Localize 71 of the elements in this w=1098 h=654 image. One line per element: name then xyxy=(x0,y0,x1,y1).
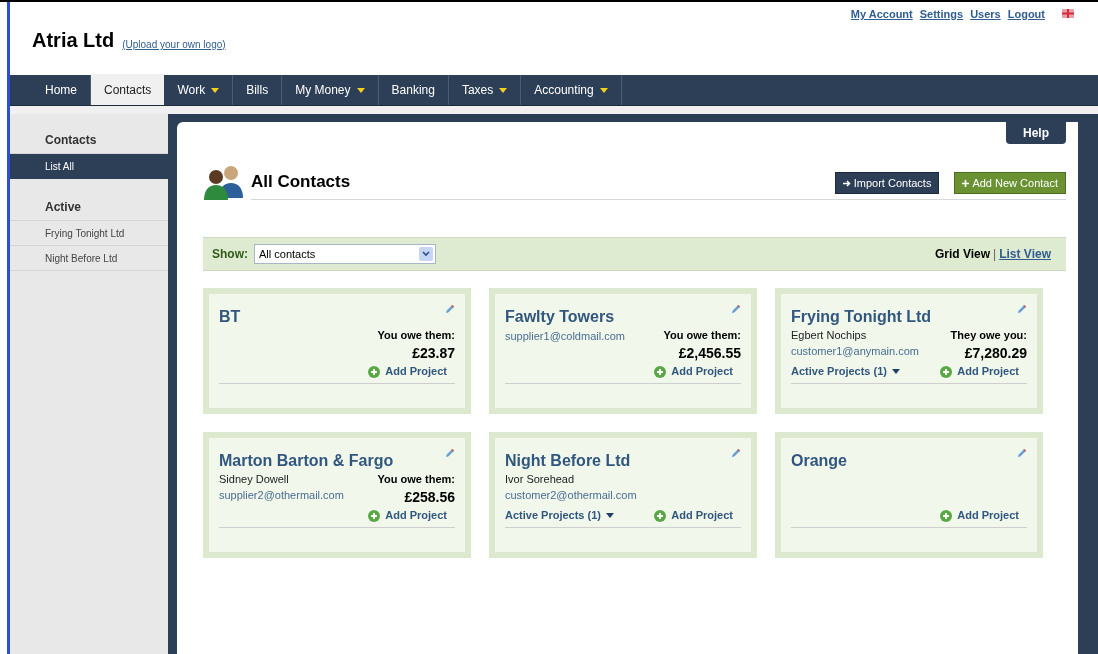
page-title: All Contacts xyxy=(251,170,351,193)
nav-tab[interactable]: Taxes xyxy=(448,75,522,105)
nav-tab[interactable]: Contacts xyxy=(91,74,165,105)
dropdown-icon xyxy=(419,247,433,261)
contact-person: Sidney Dowell xyxy=(219,472,290,487)
contact-name[interactable]: Orange xyxy=(791,451,847,471)
balance-amount: £23.87 xyxy=(412,345,455,361)
nav-tab[interactable]: Work xyxy=(164,75,234,105)
contacts-icon xyxy=(203,164,245,200)
add-project-link[interactable]: Add Project xyxy=(940,363,1019,380)
contacts-filter-select[interactable]: All contacts xyxy=(254,244,436,264)
add-project-link[interactable]: Add Project xyxy=(654,507,733,524)
plus-icon xyxy=(962,179,970,187)
contact-email[interactable]: customer2@othermail.com xyxy=(505,488,637,503)
view-toggle[interactable]: Grid View xyxy=(934,245,991,263)
active-projects-dropdown[interactable]: Active Projects (1) xyxy=(505,507,614,524)
arrow-icon xyxy=(842,179,851,187)
view-toggle[interactable]: List View xyxy=(999,245,1051,263)
sidebar-item[interactable]: List All xyxy=(10,154,168,179)
contact-email[interactable]: customer1@anymain.com xyxy=(791,344,919,359)
caret-icon xyxy=(892,369,900,374)
add-icon xyxy=(654,509,667,522)
flag-icon[interactable] xyxy=(1062,9,1074,18)
nav-tab[interactable]: Accounting xyxy=(521,75,622,105)
contact-email[interactable]: supplier1@coldmail.com xyxy=(505,329,625,344)
balance-label: You owe them: xyxy=(377,328,455,343)
contact-person: Ivor Sorehead xyxy=(505,472,576,487)
contact-name[interactable]: Fawlty Towers xyxy=(505,307,615,327)
upload-logo-link[interactable]: (Upload your own logo) xyxy=(122,37,226,52)
contact-name[interactable]: BT xyxy=(219,307,241,327)
add-icon xyxy=(654,365,667,378)
pencil-icon[interactable] xyxy=(1016,304,1027,315)
help-tab[interactable]: Help xyxy=(1006,122,1066,144)
add-icon xyxy=(940,509,953,522)
add-project-link[interactable]: Add Project xyxy=(368,363,447,380)
pencil-icon[interactable] xyxy=(444,448,455,459)
nav-tab[interactable]: Banking xyxy=(378,75,449,105)
balance-amount: £258.56 xyxy=(404,489,455,505)
contact-name[interactable]: Night Before Ltd xyxy=(505,451,631,471)
contact-name[interactable]: Frying Tonight Ltd xyxy=(791,307,932,327)
pencil-icon[interactable] xyxy=(730,304,741,315)
import-contacts-button[interactable]: Import Contacts xyxy=(834,172,940,194)
show-label: Show: xyxy=(212,246,248,263)
company-name: Atria Ltd xyxy=(32,28,115,53)
contact-name[interactable]: Marton Barton & Fargo xyxy=(219,451,394,471)
nav-tab[interactable]: My Money xyxy=(282,75,379,105)
balance-label: You owe them: xyxy=(377,472,455,487)
balance-amount: £2,456.55 xyxy=(678,345,741,361)
add-icon xyxy=(368,365,381,378)
add-project-link[interactable]: Add Project xyxy=(940,507,1019,524)
account-link[interactable]: Settings xyxy=(919,6,964,23)
caret-icon xyxy=(606,513,614,518)
view-separator: | xyxy=(993,246,997,263)
pencil-icon[interactable] xyxy=(730,448,741,459)
pencil-icon[interactable] xyxy=(444,304,455,315)
contact-person: Egbert Nochips xyxy=(791,328,868,343)
account-link[interactable]: Users xyxy=(970,6,1001,23)
add-project-link[interactable]: Add Project xyxy=(368,507,447,524)
add-icon xyxy=(368,509,381,522)
nav-tab[interactable]: Bills xyxy=(233,75,283,105)
pencil-icon[interactable] xyxy=(1016,448,1027,459)
active-projects-dropdown[interactable]: Active Projects (1) xyxy=(791,363,900,380)
balance-label: They owe you: xyxy=(950,328,1027,343)
account-link[interactable]: My Account xyxy=(850,6,913,23)
add-contact-button[interactable]: Add New Contact xyxy=(954,172,1066,194)
balance-label: You owe them: xyxy=(663,328,741,343)
add-icon xyxy=(940,365,953,378)
contact-email[interactable]: supplier2@othermail.com xyxy=(219,488,344,503)
add-project-link[interactable]: Add Project xyxy=(654,363,733,380)
balance-amount: £7,280.29 xyxy=(964,345,1027,361)
account-link[interactable]: Logout xyxy=(1007,6,1045,23)
